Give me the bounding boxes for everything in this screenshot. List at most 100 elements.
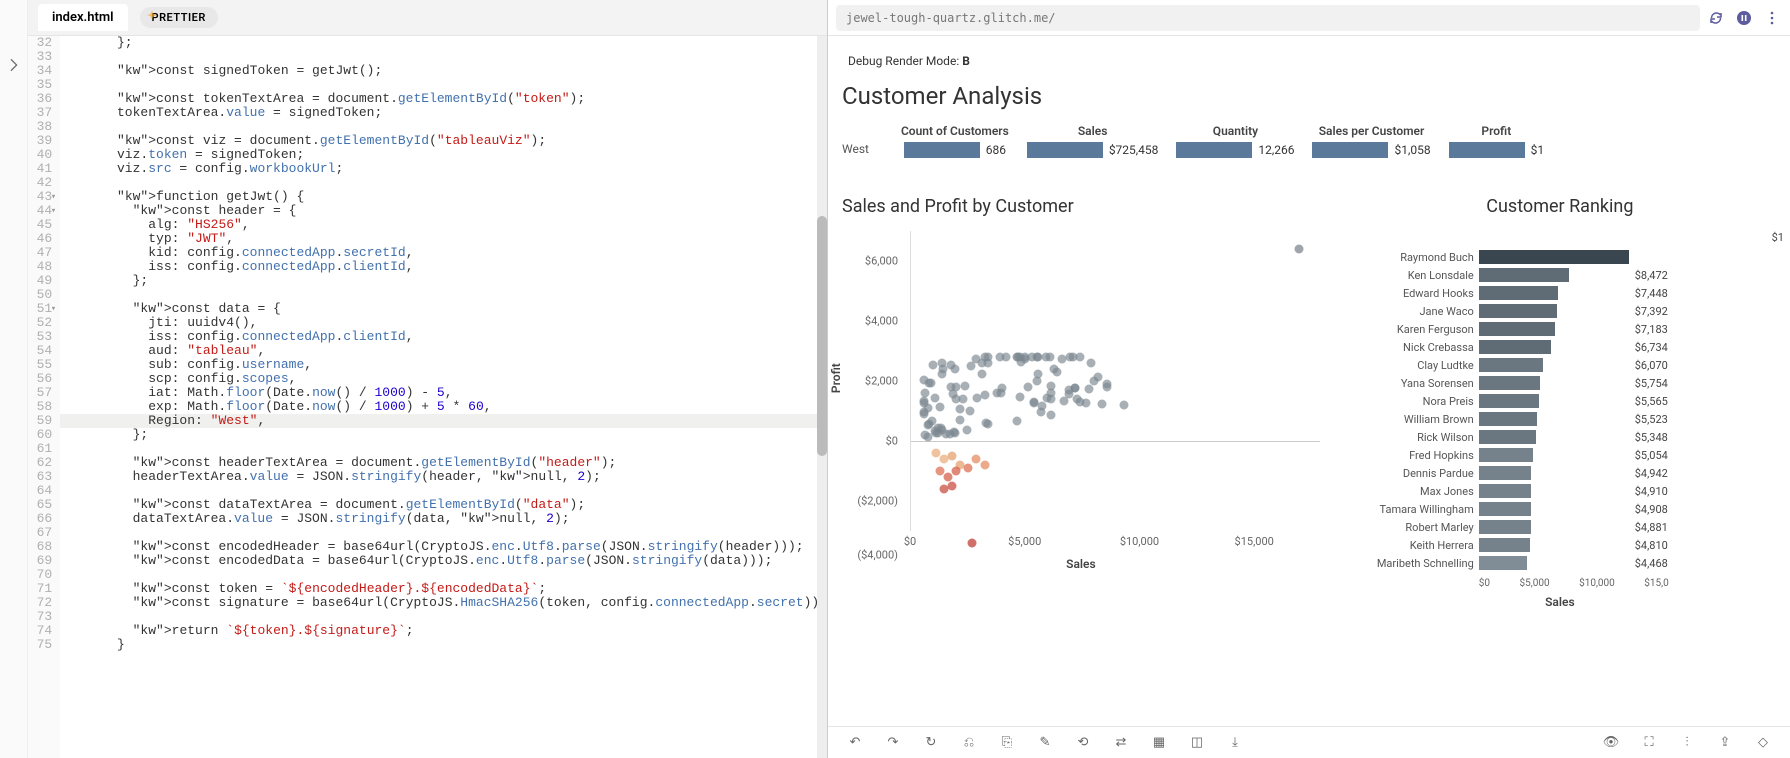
forward-icon[interactable]: ↻ xyxy=(922,734,940,752)
scatter-point[interactable] xyxy=(950,428,959,437)
scatter-point[interactable] xyxy=(947,452,956,461)
download-icon[interactable]: ⤓ xyxy=(1226,734,1244,752)
rank-row[interactable]: Keith Herrera $4,810 xyxy=(1344,537,1776,555)
scatter-point[interactable] xyxy=(980,461,989,470)
scatter-point[interactable] xyxy=(935,402,944,411)
scatter-point[interactable] xyxy=(984,420,993,429)
scatter-point[interactable] xyxy=(1013,417,1022,426)
scrollbar-thumb[interactable] xyxy=(817,216,827,456)
scatter-point[interactable] xyxy=(971,355,980,364)
rank-row[interactable]: Nick Crebassa $6,734 xyxy=(1344,339,1776,357)
scatter-point[interactable] xyxy=(919,397,928,406)
rank-row[interactable]: Edward Hooks $7,448 xyxy=(1344,285,1776,303)
metric-3[interactable]: Sales per Customer $1,058 xyxy=(1312,124,1430,158)
scatter-point[interactable] xyxy=(1098,399,1107,408)
reset-icon[interactable]: ⟲ xyxy=(1074,734,1092,752)
scatter-point[interactable] xyxy=(928,360,937,369)
tab-index-html[interactable]: index.html xyxy=(38,4,128,31)
scatter-point[interactable] xyxy=(1016,392,1025,401)
scatter-point[interactable] xyxy=(1049,364,1058,373)
fullscreen-icon[interactable]: ⛶ xyxy=(1640,734,1658,752)
more-vertical-icon[interactable] xyxy=(1762,8,1782,28)
scatter-point[interactable] xyxy=(965,406,974,415)
view-icon[interactable]: 👁 xyxy=(1602,734,1620,752)
scatter-point[interactable] xyxy=(955,405,964,414)
scatter-point[interactable] xyxy=(961,381,970,390)
scatter-point[interactable] xyxy=(1086,359,1095,368)
rank-row[interactable]: Dennis Pardue $4,942 xyxy=(1344,465,1776,483)
rank-row[interactable]: Rick Wilson $5,348 xyxy=(1344,429,1776,447)
scatter-point[interactable] xyxy=(992,388,1001,397)
scatter-point[interactable] xyxy=(1103,383,1112,392)
scatter-point[interactable] xyxy=(1295,245,1304,254)
editor-scrollbar[interactable] xyxy=(817,36,827,758)
scatter-point[interactable] xyxy=(951,467,960,476)
scatter-point[interactable] xyxy=(1047,411,1056,420)
scatter-point[interactable] xyxy=(947,482,956,491)
scatter-point[interactable] xyxy=(1024,383,1033,392)
prettier-badge[interactable]: ✦ PRETTIER xyxy=(140,7,218,28)
scatter-point[interactable] xyxy=(1119,401,1128,410)
table-icon[interactable]: ▦ xyxy=(1150,734,1168,752)
rank-row[interactable]: Tamara Willingham $4,908 xyxy=(1344,501,1776,519)
scatter-point[interactable] xyxy=(1058,354,1067,363)
scatter-point[interactable] xyxy=(1059,396,1068,405)
metric-1[interactable]: Sales $725,458 xyxy=(1027,124,1159,158)
metric-2[interactable]: Quantity 12,266 xyxy=(1176,124,1294,158)
scatter-point[interactable] xyxy=(964,464,973,473)
rank-row[interactable]: Raymond Buch xyxy=(1344,249,1776,267)
scatter-point[interactable] xyxy=(1032,376,1041,385)
rank-row[interactable]: Ken Lonsdale $8,472 xyxy=(1344,267,1776,285)
scatter-point[interactable] xyxy=(1037,402,1046,411)
scatter-point[interactable] xyxy=(1046,353,1055,362)
scatter-point[interactable] xyxy=(1029,398,1038,407)
rank-row[interactable]: Jane Waco $7,392 xyxy=(1344,303,1776,321)
code-editor[interactable]: 3233343536373839404142434445464748495051… xyxy=(28,36,827,758)
scatter-plot[interactable]: Profit $6,000$4,000$2,000$0($2,000)($4,0… xyxy=(842,231,1320,571)
pause-icon[interactable] xyxy=(1734,8,1754,28)
scatter-point[interactable] xyxy=(919,375,928,384)
rank-row[interactable]: Maribeth Schnelling $4,468 xyxy=(1344,555,1776,573)
annotate-icon[interactable]: ✎ xyxy=(1036,734,1054,752)
sidebar-collapse[interactable] xyxy=(0,0,28,758)
scatter-point[interactable] xyxy=(958,395,967,404)
scatter-point[interactable] xyxy=(943,473,952,482)
scatter-point[interactable] xyxy=(939,365,948,374)
rank-row[interactable]: Robert Marley $4,881 xyxy=(1344,519,1776,537)
rank-row[interactable]: Yana Sorensen $5,754 xyxy=(1344,375,1776,393)
url-bar[interactable]: jewel-tough-quartz.glitch.me/ xyxy=(836,5,1700,31)
filter-icon[interactable]: ⫶ xyxy=(1678,734,1696,752)
scatter-point[interactable] xyxy=(934,423,943,432)
swap-icon[interactable]: ⇄ xyxy=(1112,734,1130,752)
scatter-point[interactable] xyxy=(1085,385,1094,394)
scatter-point[interactable] xyxy=(1071,383,1080,392)
scatter-point[interactable] xyxy=(1065,353,1074,362)
rank-row[interactable]: Fred Hopkins $5,054 xyxy=(1344,447,1776,465)
scatter-point[interactable] xyxy=(1082,398,1091,407)
scatter-point[interactable] xyxy=(1073,395,1082,404)
scatter-point[interactable] xyxy=(978,369,987,378)
scatter-point[interactable] xyxy=(920,407,929,416)
ranking-list[interactable]: Raymond Buch Ken Lonsdale $8,472Edward H… xyxy=(1344,249,1776,573)
scatter-point[interactable] xyxy=(931,393,940,402)
alert-icon[interactable]: ◇ xyxy=(1754,734,1772,752)
clipboard-icon[interactable]: ⎘ xyxy=(998,734,1016,752)
scatter-point[interactable] xyxy=(1089,376,1098,385)
rank-row[interactable]: Nora Preis $5,565 xyxy=(1344,393,1776,411)
scatter-point[interactable] xyxy=(963,425,972,434)
refresh-icon[interactable] xyxy=(1706,8,1726,28)
chart-icon[interactable]: ◫ xyxy=(1188,734,1206,752)
share-icon[interactable]: ⇪ xyxy=(1716,734,1734,752)
scatter-point[interactable] xyxy=(948,389,957,398)
revert-icon[interactable]: ⎌ xyxy=(960,734,978,752)
metric-4[interactable]: Profit $1 xyxy=(1449,124,1545,158)
scatter-point[interactable] xyxy=(1015,353,1024,362)
scatter-point[interactable] xyxy=(984,359,993,368)
metric-0[interactable]: Count of Customers 686 xyxy=(901,124,1009,158)
rank-row[interactable]: Clay Ludtke $6,070 xyxy=(1344,357,1776,375)
redo-icon[interactable]: ↷ xyxy=(884,734,902,752)
rank-row[interactable]: Max Jones $4,910 xyxy=(1344,483,1776,501)
rank-row[interactable]: William Brown $5,523 xyxy=(1344,411,1776,429)
scatter-point[interactable] xyxy=(972,394,981,403)
scatter-point[interactable] xyxy=(1002,353,1011,362)
